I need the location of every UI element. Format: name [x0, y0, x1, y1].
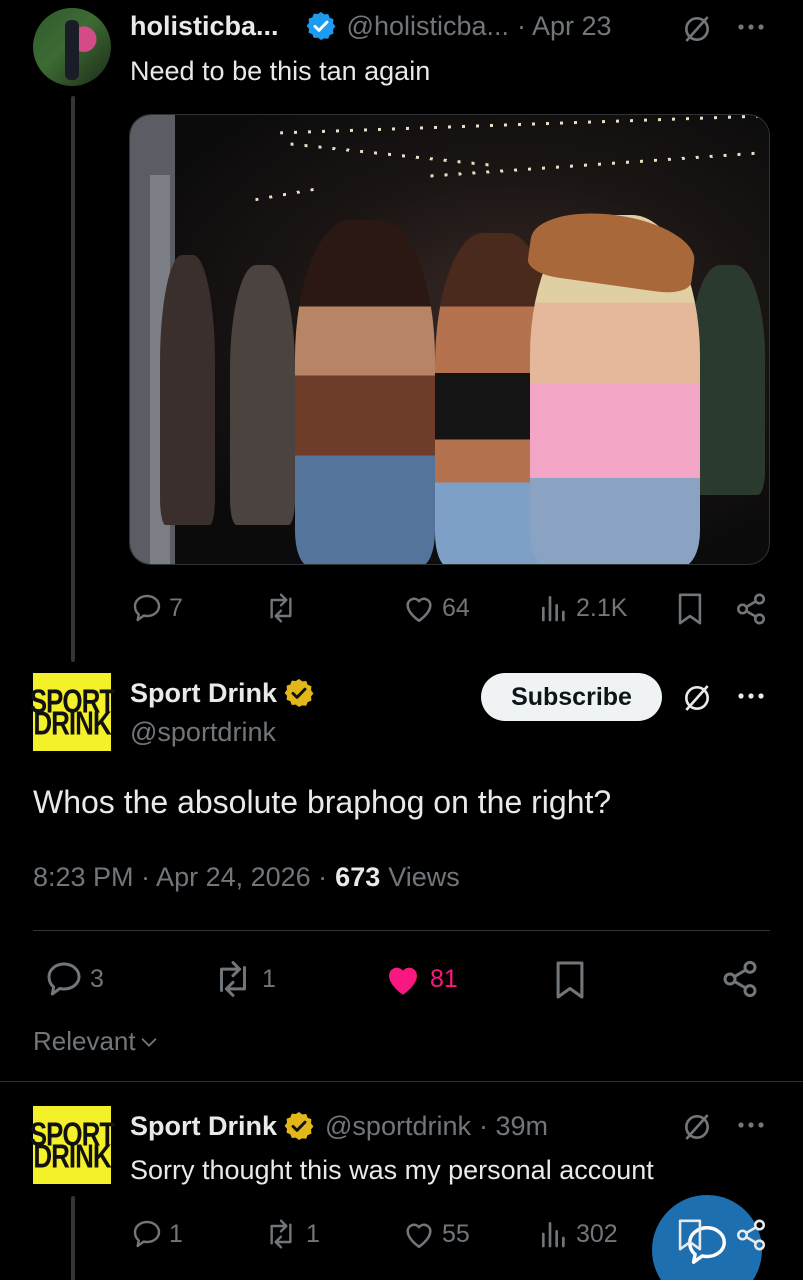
grok-icon[interactable] [681, 13, 713, 45]
views-icon [542, 596, 565, 622]
author-display-name[interactable]: Sport Drink [130, 678, 277, 709]
views-icon [542, 1222, 565, 1248]
repost-button[interactable]: 1 [262, 1218, 320, 1250]
views-label: Views [388, 862, 460, 892]
repost-button[interactable] [262, 592, 306, 624]
reply-icon [47, 962, 81, 996]
reply-count: 3 [90, 964, 104, 993]
post-time[interactable]: · 39m [479, 1111, 548, 1142]
reply-icon [133, 594, 161, 622]
reply-icon [133, 1220, 161, 1248]
reply-button[interactable]: 1 [131, 1218, 183, 1250]
like-count: 81 [430, 964, 458, 993]
share-icon[interactable] [734, 592, 768, 626]
subscribe-button[interactable]: Subscribe [481, 673, 662, 721]
repost-count: 1 [262, 964, 276, 993]
views-button[interactable]: 2.1K [538, 592, 627, 624]
author-display-name[interactable]: holisticba... [130, 11, 279, 42]
like-icon [406, 597, 432, 623]
share-icon[interactable] [720, 959, 760, 999]
author-handle[interactable]: @sportdrink [130, 717, 276, 748]
author-handle[interactable]: @holisticba... [347, 11, 509, 42]
bookmark-icon[interactable] [675, 1218, 705, 1252]
divider [0, 1081, 803, 1082]
author-display-name[interactable]: Sport Drink [130, 1111, 277, 1142]
more-icon[interactable] [736, 691, 768, 701]
chevron-down-icon [141, 1037, 156, 1047]
bookmark-icon[interactable] [675, 592, 705, 626]
bookmark-icon[interactable] [553, 959, 587, 1001]
post-date[interactable]: · Apr 23 [517, 11, 612, 42]
like-button[interactable]: 55 [402, 1218, 470, 1250]
logo-text-line2: DRINK [33, 1136, 111, 1176]
sort-label: Relevant [33, 1026, 136, 1056]
verified-badge-icon [283, 677, 315, 709]
views-button[interactable]: 302 [538, 1218, 618, 1250]
repost-count: 1 [306, 1219, 320, 1248]
author-handle[interactable]: @sportdrink [325, 1111, 471, 1142]
avatar[interactable] [33, 8, 111, 86]
reply-count: 7 [169, 593, 183, 622]
grok-icon[interactable] [681, 1111, 713, 1143]
like-icon [389, 967, 417, 995]
divider [33, 930, 770, 931]
post-text: Need to be this tan again [130, 56, 431, 86]
repost-button[interactable]: 1 [210, 959, 276, 999]
like-button[interactable]: 64 [402, 592, 470, 624]
reply-text: Sorry thought this was my personal accou… [130, 1155, 654, 1185]
views-count: 2.1K [576, 593, 628, 622]
thread-line [71, 1196, 75, 1280]
verified-badge-icon [283, 1110, 315, 1142]
reply-button[interactable]: 3 [44, 959, 104, 999]
more-icon[interactable] [736, 1120, 768, 1130]
main-post-text: Whos the absolute braphog on the right? [33, 784, 612, 820]
like-icon [406, 1223, 432, 1249]
avatar-logo[interactable]: SPORT DRINK [30, 1106, 115, 1184]
like-button[interactable]: 81 [382, 959, 458, 999]
logo-text-line2: DRINK [33, 703, 111, 743]
verified-badge-icon [305, 10, 337, 42]
sort-dropdown[interactable]: Relevant [33, 1026, 160, 1057]
views-count: 302 [576, 1219, 618, 1248]
like-count: 55 [442, 1219, 470, 1248]
reply-button[interactable]: 7 [131, 592, 183, 624]
thread-line [71, 96, 75, 662]
reply-count: 1 [169, 1219, 183, 1248]
repost-icon [270, 593, 292, 623]
share-icon[interactable] [734, 1218, 768, 1252]
repost-icon [270, 1219, 292, 1249]
more-icon[interactable] [736, 22, 768, 32]
grok-icon[interactable] [681, 682, 713, 714]
repost-icon [220, 961, 246, 997]
like-count: 64 [442, 593, 470, 622]
post-timestamp[interactable]: 8:23 PM · Apr 24, 2026 · [33, 862, 327, 893]
post-photo[interactable] [129, 114, 770, 565]
views-count: 673 [335, 862, 381, 892]
avatar-logo[interactable]: SPORT DRINK [30, 673, 115, 751]
